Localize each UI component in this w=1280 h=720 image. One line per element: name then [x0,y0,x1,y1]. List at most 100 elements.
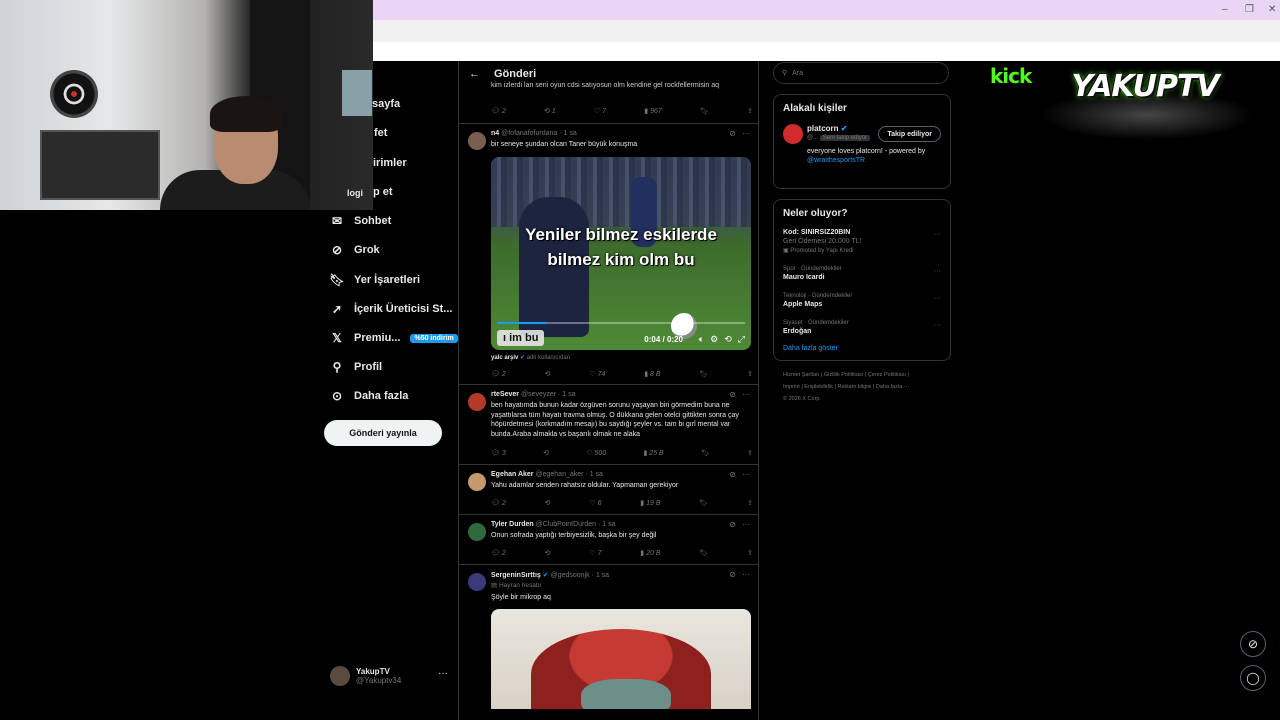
settings-icon[interactable]: ⚙ [710,334,718,345]
more-dots-icon[interactable]: ··· [742,570,750,579]
more-dots-icon[interactable]: ··· [438,668,448,679]
grok-fab-button[interactable]: ⊘ [1240,631,1266,657]
more-dots-icon[interactable]: ··· [742,520,750,529]
grok-icon[interactable]: ⊘ [729,390,736,399]
tweet[interactable]: Tyler Durden @ClubPointDurden · 1 sa ⊘ ·… [459,514,758,564]
bookmark-icon[interactable]: 🔖︎ [701,449,710,457]
sidebar-item-premium[interactable]: 𝕏 Premiu... %50 indirim [330,331,458,345]
messages-fab-button[interactable]: ◯ [1240,665,1266,691]
post-button[interactable]: Gönderi yayınla [324,420,442,446]
tweet-author[interactable]: Tyler Durden [491,521,534,528]
tweet-time[interactable]: 1 sa [602,521,615,528]
more-dots-icon[interactable]: ··· [742,129,750,138]
like-button[interactable]: ♡ 74 [589,370,605,379]
close-window-button[interactable]: ✕ [1268,4,1276,15]
tweet-handle[interactable]: @gedsoonjk [551,572,590,579]
trend-item[interactable]: Kod: SINIRSIZ20BIN Geri Ödemesi 20.000 T… [783,229,941,254]
tweet[interactable]: SergeninSırttış ✔ @gedsoonjk · 1 sa ⊘ ··… [459,564,758,720]
grok-icon[interactable]: ⊘ [729,570,736,579]
loop-icon[interactable]: ⟲ [724,334,732,345]
reply-button[interactable]: 💬︎ 2 [491,549,506,558]
footer-line[interactable]: Hizmet Şartları | Gizlilik Politikası | … [783,369,951,381]
share-icon[interactable]: ⇪ [747,370,753,378]
video-player[interactable]: Yeniler bilmez eskilerde bilmez kim olm … [491,157,751,350]
more-dots-icon[interactable]: ··· [742,390,750,399]
bookmark-icon[interactable]: 🔖︎ [699,549,708,557]
repost-button[interactable]: ⟲ [543,449,549,457]
bookmark-icon[interactable]: 🔖︎ [700,107,709,115]
tweet[interactable]: rteSever @seveyzer · 1 sa ⊘ ··· ben haya… [459,384,758,464]
bookmark-icon[interactable]: 🔖︎ [699,499,708,507]
bookmark-icon[interactable]: 🔖︎ [699,370,708,378]
tweet[interactable]: Egehan Aker @egehan_aker · 1 sa ⊘ ··· Ya… [459,464,758,514]
grok-icon[interactable]: ⊘ [729,129,736,138]
bio-link[interactable]: @wraithesportsTR [807,157,865,164]
sidebar-item-grok[interactable]: ⊘ Grok [330,243,380,257]
tweet-time[interactable]: 1 sa [590,471,603,478]
reply-button[interactable]: 💬︎ 3 [491,449,506,458]
tweet-author[interactable]: rteSever [491,391,519,398]
sidebar-item-partial[interactable]: fet [374,127,387,139]
back-arrow-icon[interactable]: ← [469,68,480,80]
sidebar-item-partial[interactable]: p et [373,186,393,198]
more-dots-icon[interactable]: ··· [934,268,941,275]
tweet-handle[interactable]: @fofanafofurdana [501,130,557,137]
more-dots-icon[interactable]: ··· [742,470,750,479]
views-button[interactable]: ▮ 19 B [640,499,660,508]
person-name[interactable]: platcorn ✔ [807,124,848,133]
like-button[interactable]: ♡ 7 [589,549,601,558]
grok-icon[interactable]: ⊘ [729,520,736,529]
tweet-author[interactable]: n4 [491,130,499,137]
footer-line[interactable]: Imprint | Erişilebilirlik | Reklam bilgi… [783,381,951,393]
show-more-link[interactable]: Daha fazla göster [783,345,941,352]
like-button[interactable]: ♡ 7 [594,107,606,116]
video-progress-bar[interactable] [497,322,745,324]
sidebar-item-profile[interactable]: ⚲ Profil [330,360,383,374]
minimize-button[interactable]: – [1222,4,1228,15]
tweet-author[interactable]: SergeninSırttış [491,572,541,579]
related-person[interactable]: platcorn ✔ @... Seni takip ediyor Takip … [783,124,941,180]
tweet-image[interactable] [491,609,751,709]
tweet[interactable]: n4 @fofanafofurdana · 1 sa ⊘ ··· bir sen… [459,123,758,383]
share-icon[interactable]: ⇪ [747,499,753,507]
address-bar[interactable]: ⊕ ☆ ◉ ▣ ● ⋮ [373,20,1280,56]
video-source-name[interactable]: yalc arşiv [491,355,518,361]
tweet-handle[interactable]: @seveyzer [521,391,556,398]
maximize-button[interactable]: ❐ [1245,4,1254,15]
account-switcher[interactable]: YakupTV @Yakuptv34 ··· [330,662,456,690]
views-button[interactable]: ▮ 967 [644,107,662,116]
volume-icon[interactable]: 🔈︎ [699,334,704,345]
tweet-handle[interactable]: @ClubPointDurden [536,521,596,528]
repost-button[interactable]: ⟲ 1 [544,107,556,116]
trend-item[interactable]: Teknoloji · Gündemdekiler Apple Maps ··· [783,293,941,308]
views-button[interactable]: ▮ 20 B [640,549,660,558]
sidebar-item-more[interactable]: ⊙ Daha fazla [330,389,408,403]
more-dots-icon[interactable]: ··· [934,231,941,238]
following-button[interactable]: Takip ediliyor [878,126,941,142]
repost-button[interactable]: ⟲ [545,549,551,557]
sidebar-item-creator-studio[interactable]: ➚ İçerik Üreticisi St... [330,302,452,316]
views-button[interactable]: ▮ 8 B [644,370,660,379]
share-icon[interactable]: ⇪ [747,549,753,557]
reply-button[interactable]: 💬︎ 2 [491,370,506,379]
more-dots-icon[interactable]: ··· [934,295,941,302]
sidebar-item-bookmarks[interactable]: 🔖︎ Yer İşaretleri [329,273,420,287]
tweet-time[interactable]: 1 sa [562,391,575,398]
share-icon[interactable]: ⇪ [747,107,753,115]
grok-icon[interactable]: ⊘ [729,470,736,479]
share-icon[interactable]: ⇪ [747,449,753,457]
more-dots-icon[interactable]: ··· [934,322,941,329]
tweet-handle[interactable]: @egehan_aker [536,471,584,478]
like-button[interactable]: ♡ 6 [589,499,601,508]
repost-button[interactable]: ⟲ [545,499,551,507]
search-input[interactable]: ⚲ Ara [773,62,949,84]
tweet-time[interactable]: 1 sa [564,130,577,137]
tweet-time[interactable]: 1 sa [596,572,609,579]
tweet-author[interactable]: Egehan Aker [491,471,534,478]
trend-item[interactable]: Spor · Gündemdekiler Mauro Icardi ··· [783,266,941,281]
sidebar-item-chat[interactable]: ✉ Sohbet [330,214,391,228]
sidebar-item-partial[interactable]: irimler [373,157,407,169]
sidebar-item-partial[interactable]: sayfa [372,98,400,110]
fullscreen-icon[interactable]: ⤢ [738,334,745,345]
trend-item[interactable]: Siyaset · Gündemdekiler Erdoğan ··· [783,320,941,335]
